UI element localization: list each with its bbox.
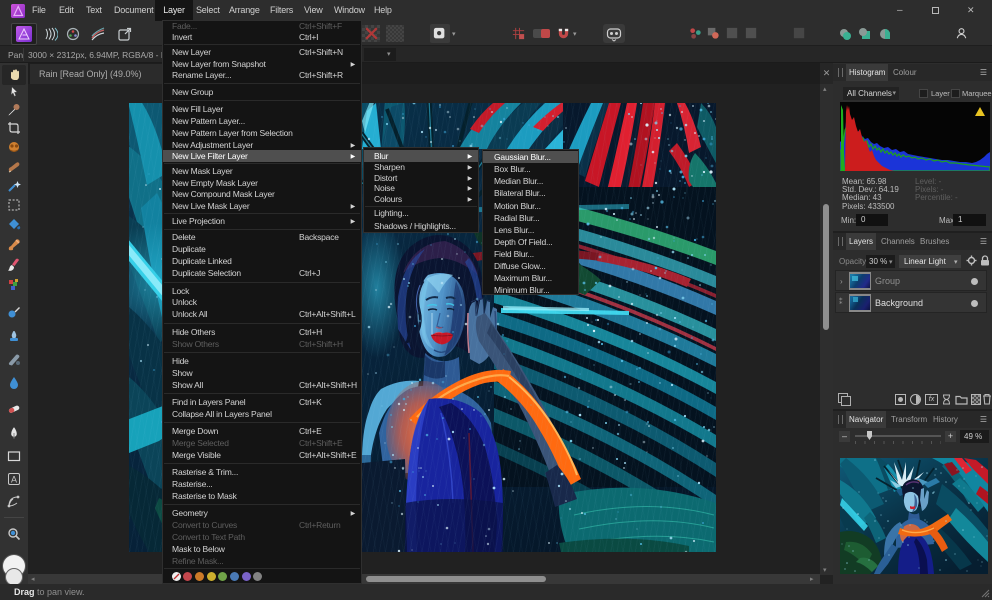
svg-text:A: A [11,475,17,485]
